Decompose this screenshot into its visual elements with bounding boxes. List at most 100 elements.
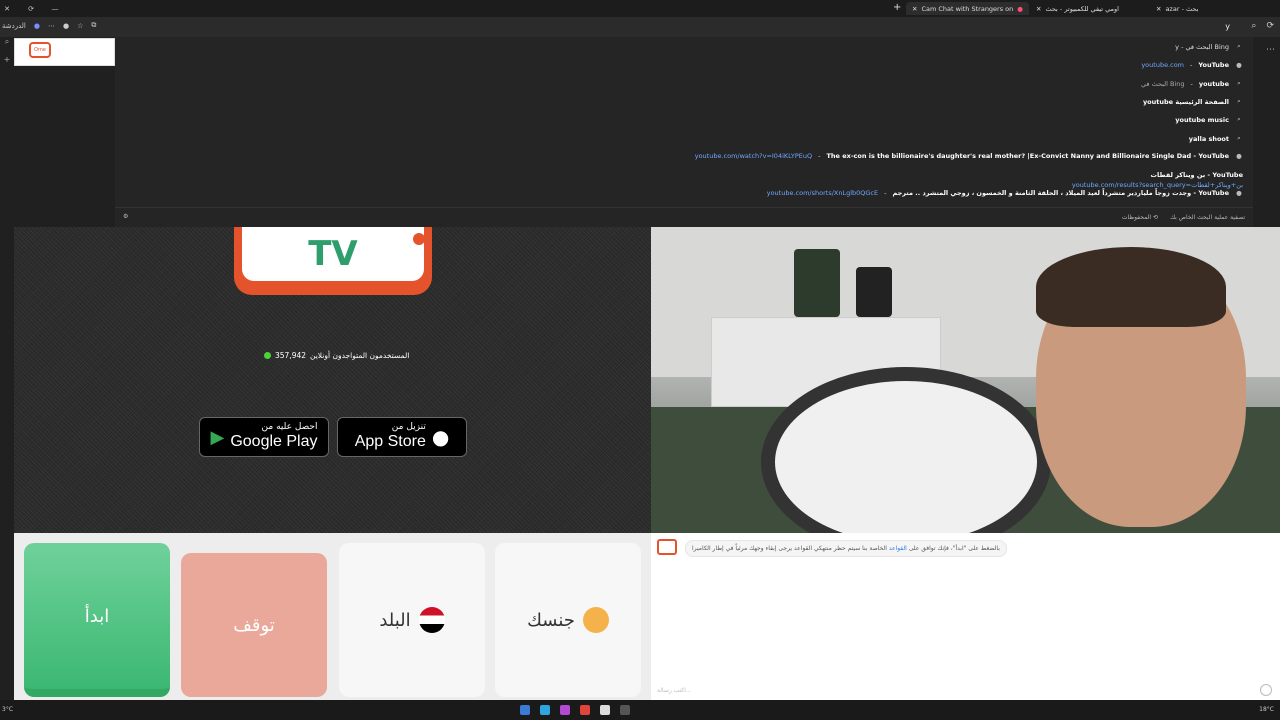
address-bar[interactable]: الدردشة ● ⋯ ● ☆ ⧉ y ⌕ ⟳ <box>0 17 1280 37</box>
search-icon[interactable]: ⌕ <box>0 37 14 55</box>
gender-selector[interactable]: جنسك <box>495 543 641 697</box>
suggestion-item[interactable]: بن ويناكر لقطات - YouTube youtube.com/re… <box>1072 171 1243 189</box>
rules-link[interactable]: القواعد <box>889 545 907 552</box>
browser-sidebar: ⌕ + <box>0 37 14 720</box>
tab-label: اومي تيفي للكمبيوتر - بحث <box>1045 4 1119 13</box>
close-tab-icon[interactable]: ✕ <box>1156 5 1161 13</box>
close-tab-icon[interactable]: ✕ <box>1036 5 1041 13</box>
address-input[interactable]: y <box>1225 22 1230 31</box>
address-right-icons: ⌕ ⟳ <box>1251 21 1274 31</box>
search-icon: ⌕ <box>1237 97 1241 105</box>
store-big-text: App Store <box>354 433 426 451</box>
emoji-icon[interactable] <box>1260 684 1272 696</box>
boy-emoji-icon <box>582 607 609 633</box>
stranger-video-panel: TV 357,942 المستخدمون المتواجدون أونلاين… <box>14 227 651 533</box>
country-label: البلد <box>379 609 411 631</box>
chat-input[interactable]: اكتب رسالة... <box>657 687 692 694</box>
chat-controls: ابدأ توقف البلد جنسك <box>14 533 651 700</box>
copilot-icon[interactable]: ● <box>34 22 40 30</box>
site-header: Ome <box>14 38 115 66</box>
suggestion-text: youtube الصفحة الرئيسية <box>1142 97 1229 106</box>
suggestion-suffix: البحث في Bing <box>1141 79 1185 88</box>
store-big-text: Google Play <box>230 433 318 451</box>
app-store-button[interactable]: تنزيل من App Store ● <box>337 417 467 457</box>
close-window-icon[interactable]: ✕ <box>2 5 12 13</box>
reload-icon[interactable]: ⟳ <box>1266 21 1274 31</box>
youtube-icon: ● <box>1236 189 1242 197</box>
store-small-text: احصل عليه من <box>261 422 318 433</box>
suggestion-text: yalla shoot <box>1188 134 1229 143</box>
weather-left: 3°C <box>2 706 14 713</box>
weather-right: 18°C <box>1259 706 1274 713</box>
favorites-icon[interactable]: ☆ <box>77 22 83 30</box>
history-saved-link[interactable]: المحفوظات ⟲ <box>1122 214 1158 221</box>
suggestion-item[interactable]: youtube.com - YouTube ● <box>1141 61 1243 69</box>
suggestion-item[interactable]: y - البحث في Bing ⌕ <box>1175 42 1243 51</box>
suggestion-item[interactable]: youtube.com/shorts/XnLglb0QGcE - وجدت زو… <box>767 189 1243 197</box>
search-icon: ⌕ <box>1237 42 1241 50</box>
ome-tv-logo[interactable]: Ome <box>29 42 51 58</box>
windows-icon[interactable] <box>520 705 530 715</box>
refresh-icon[interactable]: ⟳ <box>26 5 36 13</box>
app-icon[interactable] <box>580 705 590 715</box>
tab-cam-chat[interactable]: ✕ Cam Chat with Strangers on ● <box>906 2 1029 15</box>
search-icon: ⌕ <box>1237 115 1241 123</box>
suggestion-title: وجدت زوجاً ملياردير متشرداً لعيد الميلاد… <box>892 189 1229 197</box>
start-button[interactable]: ابدأ <box>24 543 170 697</box>
tv-dot <box>413 233 425 245</box>
egypt-flag-icon <box>418 607 445 633</box>
suggestion-text: y - البحث في Bing <box>1175 42 1229 51</box>
stop-button[interactable]: توقف <box>181 553 327 697</box>
suggestion-item[interactable]: yalla shoot ⌕ <box>1189 134 1243 143</box>
suggestion-item[interactable]: youtube.com/watch?v=I04iKLYPEuQ - The ex… <box>695 152 1243 160</box>
suggestion-text: youtube <box>1198 79 1229 88</box>
suggestion-item[interactable]: youtube الصفحة الرئيسية ⌕ <box>1143 97 1243 106</box>
search-suggestions-dropdown: ⋯ y - البحث في Bing ⌕ youtube.com - YouT… <box>115 37 1275 227</box>
search-icon[interactable]: ⌕ <box>1251 21 1256 31</box>
tab-omegle-search[interactable]: ✕ اومي تيفي للكمبيوتر - بحث <box>1030 2 1125 15</box>
search-icon: ⌕ <box>1237 134 1241 142</box>
chat-panel: بالضغط على "ابدأ"، فإنك توافق على القواع… <box>651 533 1280 700</box>
online-users: 357,942 المستخدمون المتواجدون أونلاين <box>264 351 409 360</box>
new-tab-icon[interactable]: + <box>893 2 901 13</box>
youtube-icon: ● <box>1236 152 1242 160</box>
webcam-supplement-bag <box>794 249 840 317</box>
self-webcam-feed <box>651 227 1280 533</box>
tab-label: Cam Chat with Strangers on <box>921 4 1014 13</box>
suggestion-url: youtube.com/shorts/XnLglb0QGcE <box>766 189 879 197</box>
minimize-icon[interactable]: — <box>50 5 60 13</box>
app-icon[interactable] <box>600 705 610 715</box>
app-icon[interactable] <box>560 705 570 715</box>
suggestion-title: The ex-con is the billionaire's daughter… <box>826 152 1230 160</box>
stop-label: توقف <box>233 614 275 636</box>
window-controls: ✕ ⟳ — <box>0 5 60 13</box>
google-play-button[interactable]: ▶ احصل عليه من Google Play <box>199 417 329 457</box>
ome-tv-chat-logo <box>657 539 677 555</box>
os-taskbar: 3°C 18°C <box>0 700 1280 720</box>
add-icon[interactable]: + <box>0 55 14 73</box>
country-selector[interactable]: البلد <box>339 543 485 697</box>
clear-search-link[interactable]: تصفية عملية البحث الخاص بك <box>1170 214 1245 221</box>
more-options-icon[interactable]: ⋯ <box>1266 45 1275 55</box>
suggestion-url: youtube.com <box>1141 61 1185 69</box>
settings-icon[interactable]: ⚙ <box>123 213 128 220</box>
close-tab-icon[interactable]: ✕ <box>912 5 917 13</box>
suggestion-text: youtube music <box>1175 115 1229 124</box>
suggestion-title: YouTube <box>1198 61 1229 69</box>
youtube-icon: ● <box>1236 61 1242 69</box>
app-icon[interactable] <box>620 705 630 715</box>
suggestion-title: بن ويناكر لقطات - YouTube <box>1150 171 1243 179</box>
edge-icon[interactable] <box>540 705 550 715</box>
taskbar-apps <box>520 705 630 715</box>
extensions-icon[interactable]: ⧉ <box>91 21 96 30</box>
suggestion-item[interactable]: youtube music ⌕ <box>1175 115 1243 124</box>
suggestion-item[interactable]: البحث في Bing - youtube ⌕ <box>1141 79 1243 88</box>
toolbar-icons: الدردشة ● ⋯ ● ☆ ⧉ <box>2 21 96 30</box>
sidebar-label: الدردشة <box>2 21 26 30</box>
more-icon[interactable]: ⋯ <box>48 22 55 30</box>
tab-azar-search[interactable]: ✕ azar - بحث <box>1150 2 1204 15</box>
profile-icon[interactable]: ● <box>63 22 69 30</box>
gender-label: جنسك <box>527 609 575 631</box>
webcam-supplement-tub <box>856 267 892 317</box>
tab-label: azar - بحث <box>1165 4 1199 13</box>
